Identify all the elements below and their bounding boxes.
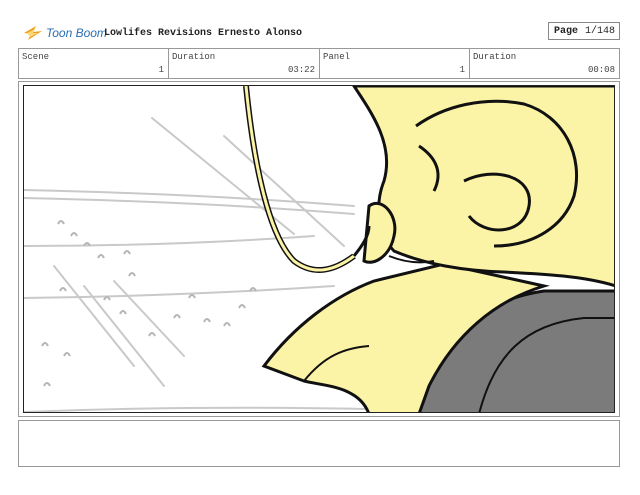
info-row: Scene 1 Duration 03:22 Panel 1 Duration … [18,48,620,79]
scene-duration-value: 03:22 [287,65,315,75]
storyboard-header: Toon Boom Lowlifes Revisions Ernesto Alo… [18,22,620,44]
panel-value: 1 [459,65,465,75]
storyboard-sketch-image [24,86,614,412]
panel-duration-label: Duration [473,52,517,62]
storyboard-panel [18,81,620,417]
scene-duration-cell: Duration 03:22 [169,49,320,78]
panel-drawing [23,85,615,413]
brand-name: Toon Boom [46,26,107,40]
panel-notes [18,420,620,467]
page-number: 1/148 [584,26,615,37]
panel-duration-value: 00:08 [587,65,615,75]
document-title: Lowlifes Revisions Ernesto Alonso [104,28,303,39]
panel-cell: Panel 1 [320,49,470,78]
scene-duration-label: Duration [172,52,216,62]
page-label: Page [554,26,579,37]
scene-cell: Scene 1 [19,49,169,78]
panel-duration-cell: Duration 00:08 [470,49,619,78]
panel-label: Panel [323,52,351,62]
scene-label: Scene [22,52,50,62]
scene-value: 1 [158,65,164,75]
page-indicator: Page 1/148 [548,22,620,40]
toon-boom-logo-icon [24,26,42,40]
